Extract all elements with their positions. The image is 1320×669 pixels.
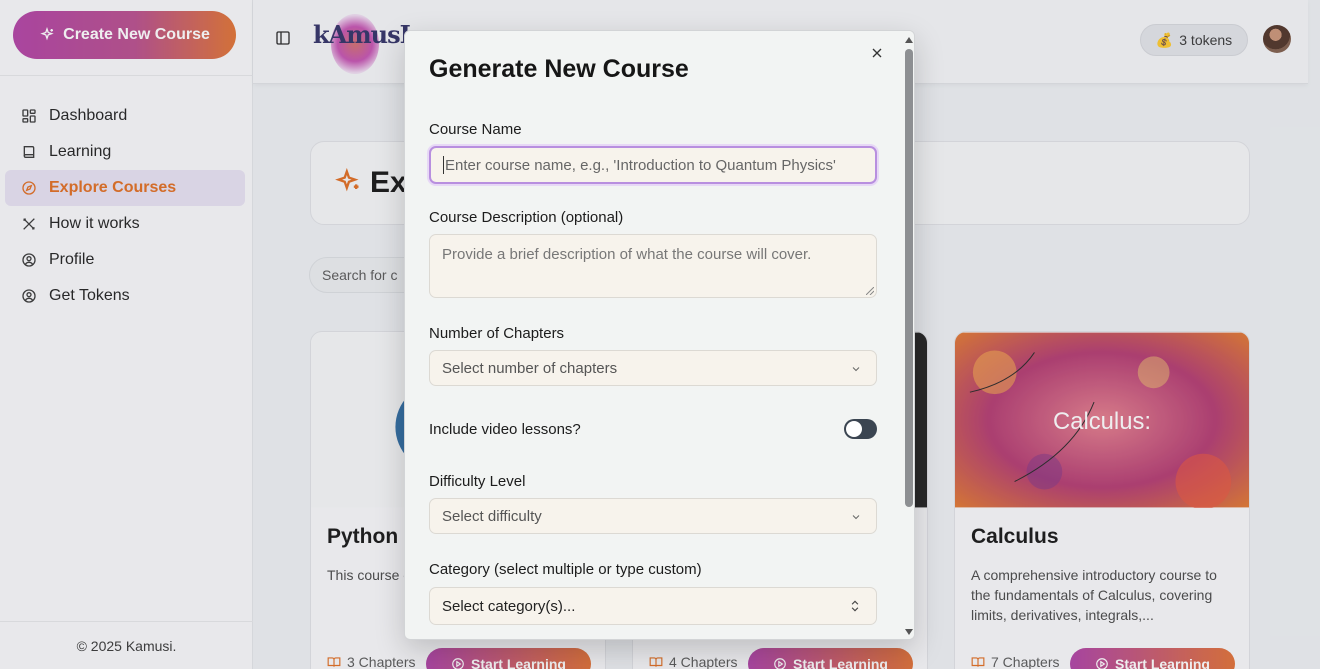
- description-label: Course Description (optional): [429, 209, 624, 226]
- toggle-knob: [846, 421, 862, 437]
- scrollbar-thumb[interactable]: [905, 49, 913, 507]
- difficulty-label: Difficulty Level: [429, 473, 526, 490]
- chevron-down-icon: [852, 367, 860, 372]
- text-caret: [443, 156, 444, 174]
- video-lessons-label: Include video lessons?: [429, 421, 581, 438]
- course-name-placeholder: Enter course name, e.g., 'Introduction t…: [445, 156, 836, 174]
- video-lessons-toggle[interactable]: [844, 419, 877, 439]
- dialog-title: Generate New Course: [429, 55, 689, 83]
- category-combobox[interactable]: Select category(s)...: [429, 587, 877, 625]
- category-label: Category (select multiple or type custom…: [429, 561, 702, 578]
- chevron-down-icon: [852, 515, 860, 520]
- chapters-select[interactable]: Select number of chapters: [429, 350, 877, 386]
- course-name-label: Course Name: [429, 121, 522, 138]
- course-name-input[interactable]: Enter course name, e.g., 'Introduction t…: [429, 146, 877, 184]
- chapters-placeholder: Select number of chapters: [442, 359, 618, 377]
- category-placeholder: Select category(s)...: [442, 597, 576, 615]
- description-textarea[interactable]: Provide a brief description of what the …: [429, 234, 877, 298]
- resize-handle-icon[interactable]: [866, 287, 874, 295]
- difficulty-select[interactable]: Select difficulty: [429, 498, 877, 534]
- scroll-up-icon[interactable]: [904, 35, 914, 45]
- close-icon[interactable]: [869, 45, 885, 61]
- description-placeholder: Provide a brief description of what the …: [442, 246, 812, 263]
- generate-course-dialog: Generate New Course Course Name Enter co…: [404, 30, 915, 640]
- dialog-scrollbar[interactable]: [902, 31, 914, 639]
- chevrons-up-down-icon: [851, 600, 859, 612]
- chapters-label: Number of Chapters: [429, 325, 565, 342]
- scroll-down-icon[interactable]: [904, 627, 914, 637]
- difficulty-placeholder: Select difficulty: [442, 507, 542, 525]
